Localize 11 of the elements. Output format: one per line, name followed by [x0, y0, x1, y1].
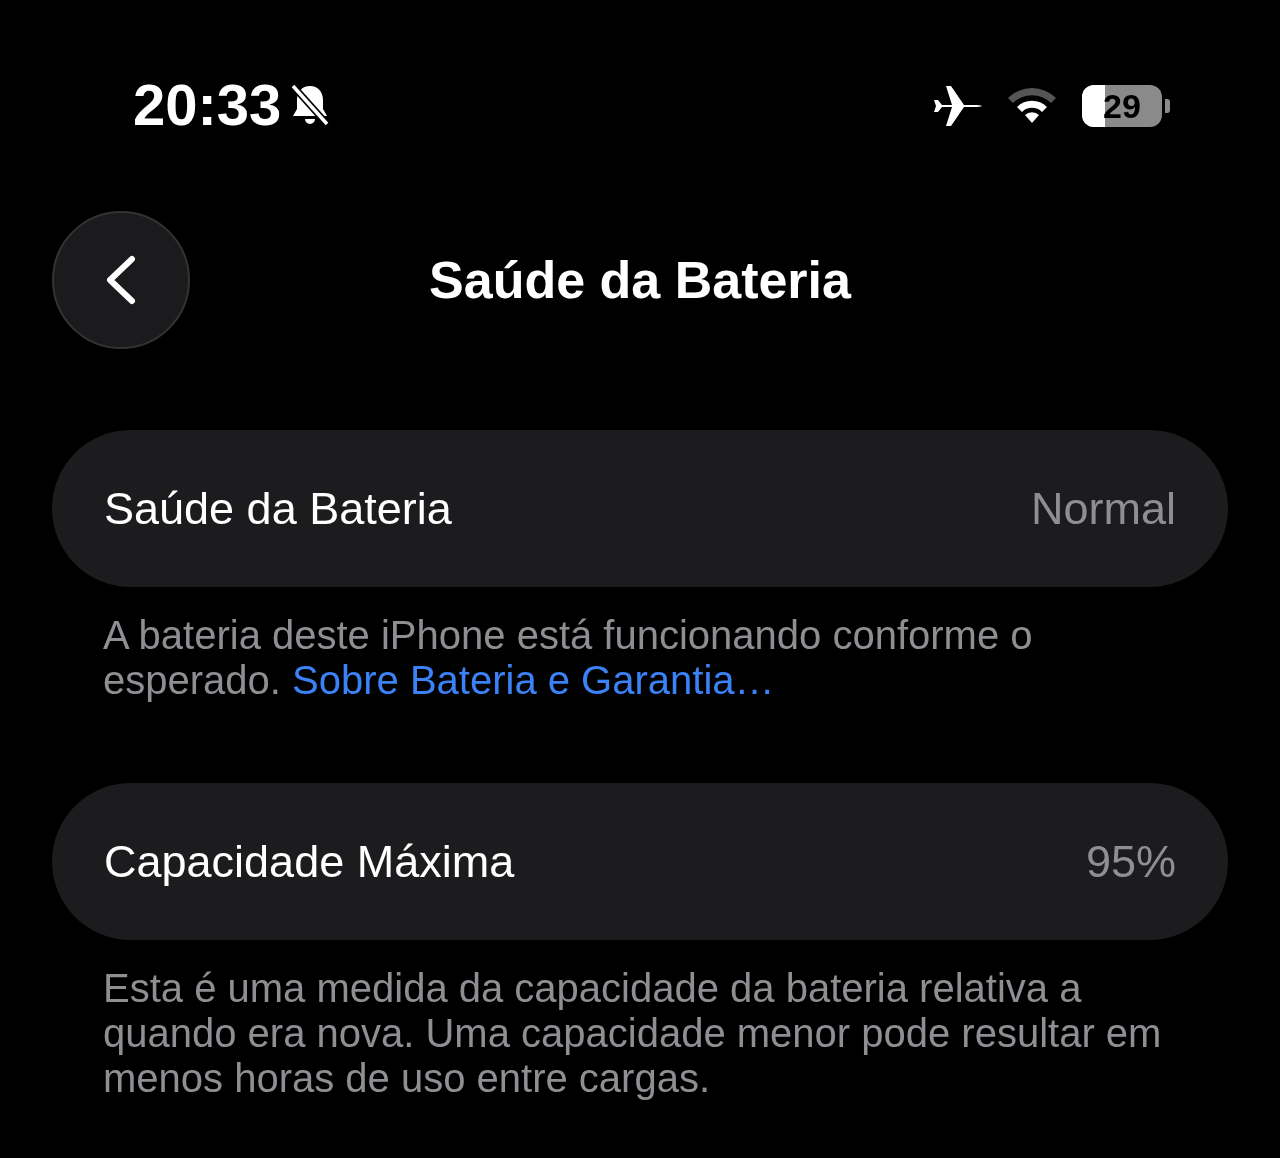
chevron-left-icon: [104, 255, 138, 305]
setting-value: 95%: [1085, 834, 1176, 889]
page-title: Saúde da Bateria: [429, 250, 851, 311]
footer-text: A bateria deste iPhone está funcionando conforme o esperado. Sobre Bateria e Garantia…: [103, 613, 1034, 703]
setting-label: Saúde da Bateria: [104, 481, 452, 536]
setting-value: Normal: [1030, 481, 1176, 536]
status-time: 20:33: [133, 76, 282, 134]
warranty-link[interactable]: Sobre Bateria e Garantia…: [292, 658, 775, 702]
setting-label: Capacidade Máxima: [104, 834, 515, 889]
footer-text: Esta é uma medida da capacidade da bateria relativa a quando era nova. Uma capacidade menor pode resultar em menos horas de uso entre cargas.: [103, 966, 1163, 1101]
battery-terminal-icon: [1165, 99, 1170, 113]
